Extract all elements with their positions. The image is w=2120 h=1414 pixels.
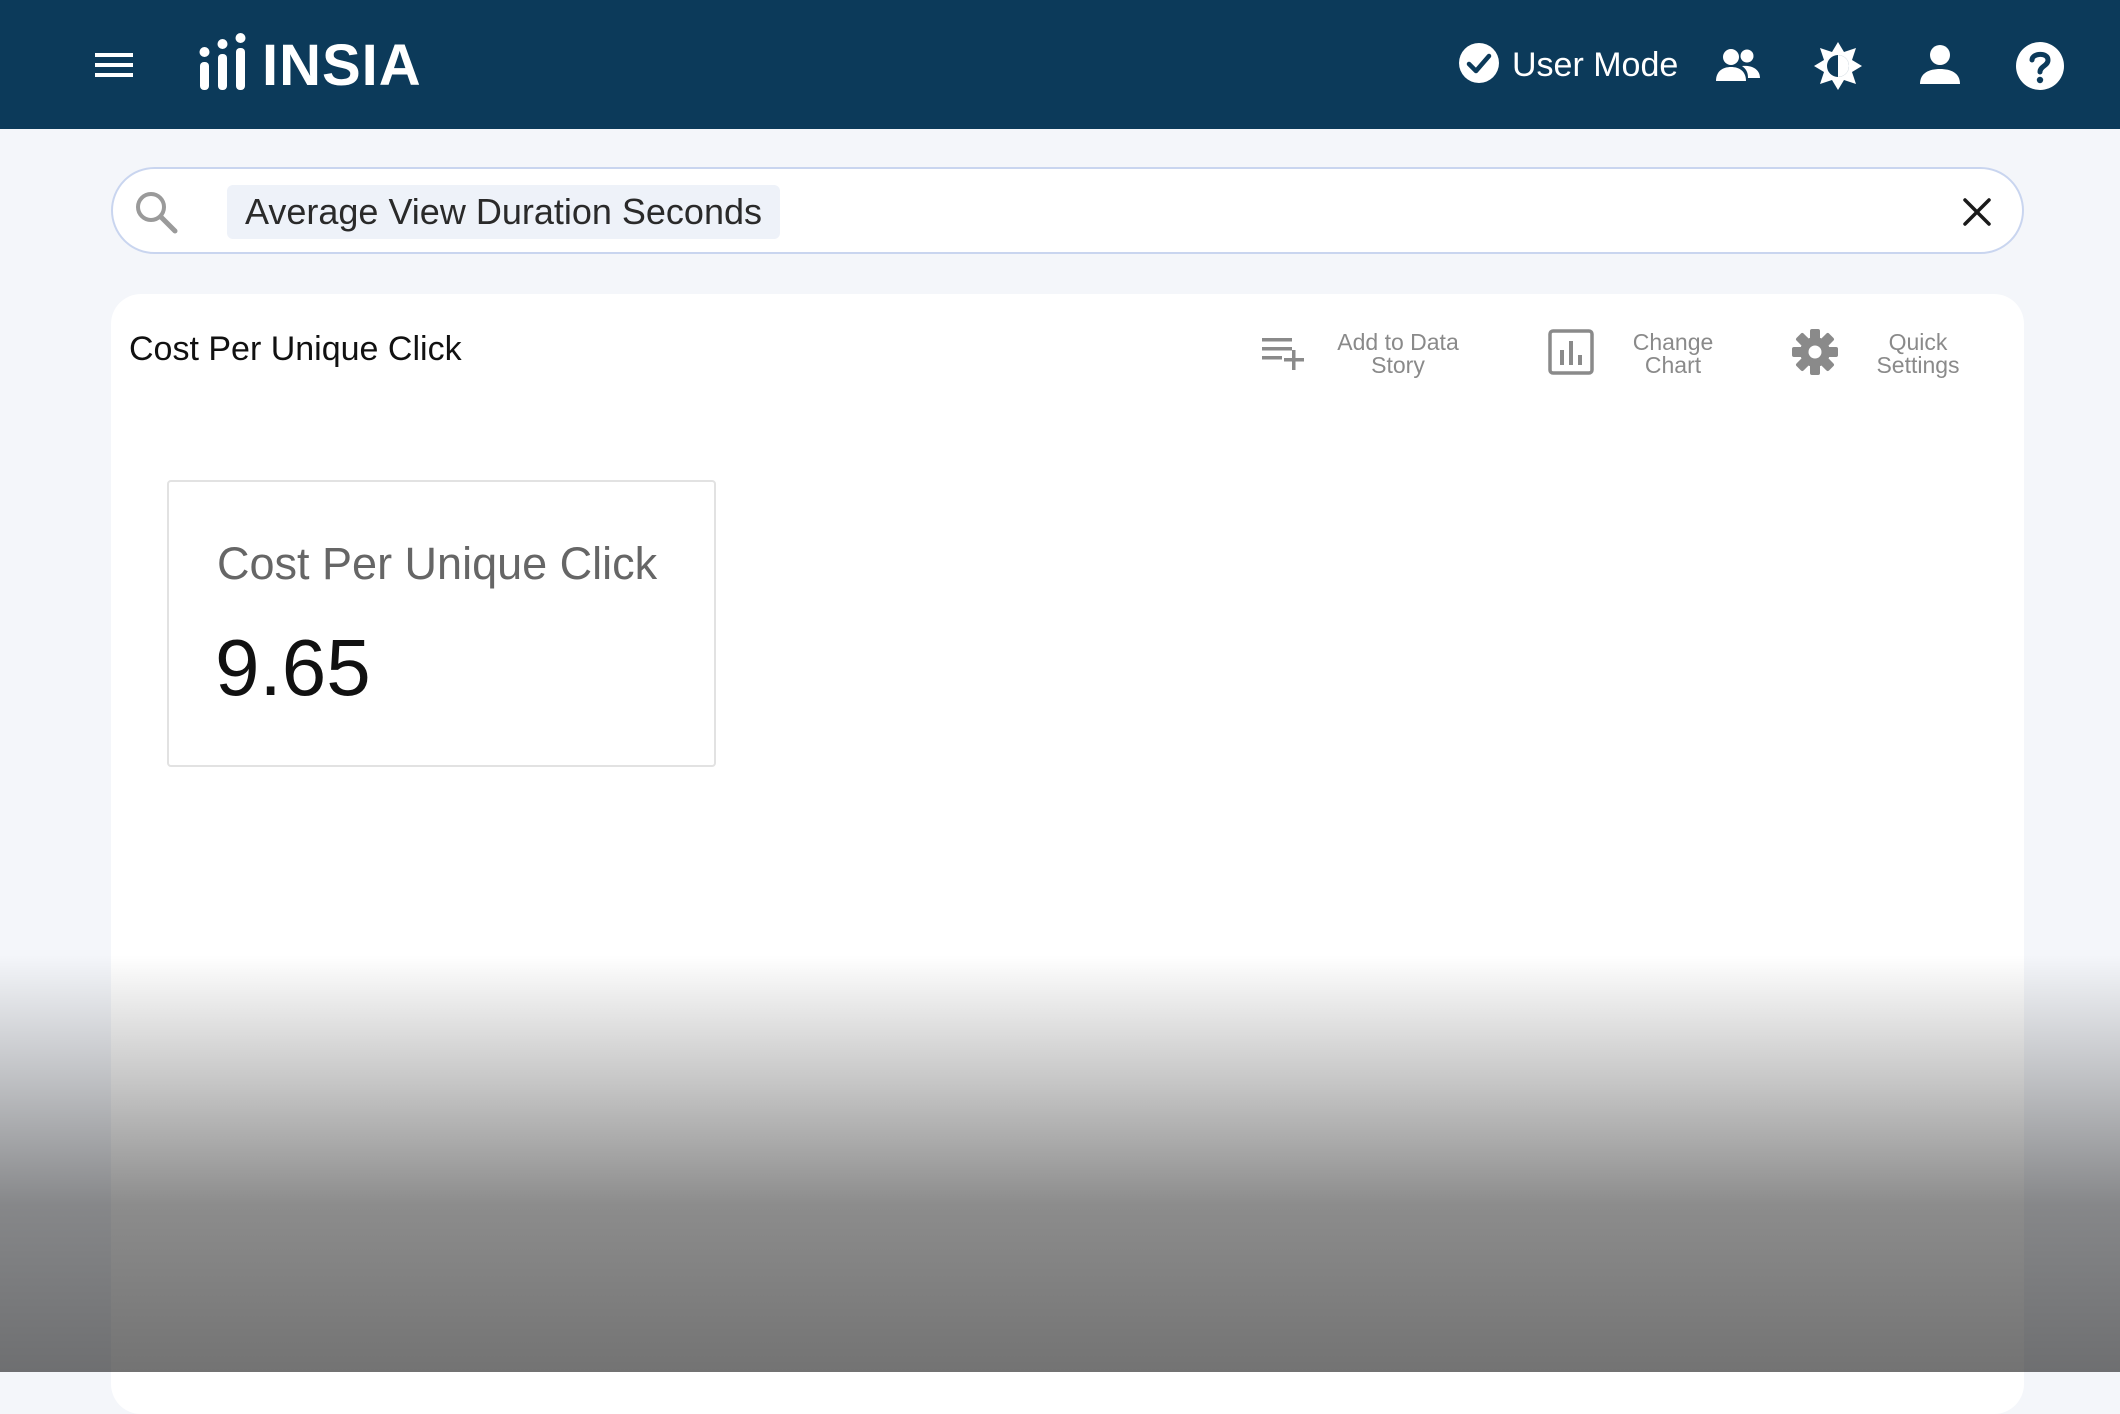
add-to-data-story-button[interactable]: Add to Data Story	[1260, 324, 1468, 384]
check-circle-icon	[1458, 42, 1500, 89]
search-bar[interactable]: Average View Duration Seconds	[111, 167, 2024, 254]
change-chart-label: Change Chart	[1632, 329, 1714, 378]
user-account-icon[interactable]	[1914, 40, 1966, 92]
team-icon[interactable]	[1712, 40, 1764, 92]
search-icon[interactable]	[131, 187, 181, 237]
gear-icon	[1790, 327, 1840, 382]
user-mode-label: User Mode	[1512, 45, 1679, 84]
top-app-bar: INSIA User Mode	[0, 0, 2120, 129]
card-title: Cost Per Unique Click	[129, 330, 462, 368]
kpi-label: Cost Per Unique Click	[217, 538, 658, 589]
close-icon[interactable]	[1958, 193, 1996, 231]
theme-contrast-icon[interactable]	[1812, 40, 1864, 92]
result-card: Cost Per Unique Click Add to Data Story …	[111, 294, 2024, 1414]
search-query-chip[interactable]: Average View Duration Seconds	[227, 185, 780, 239]
change-chart-button[interactable]: Change Chart	[1547, 324, 1733, 384]
add-to-data-story-label: Add to Data Story	[1337, 329, 1459, 378]
help-icon[interactable]	[2014, 40, 2066, 92]
kpi-value: 9.65	[215, 623, 371, 712]
playlist-add-icon	[1260, 332, 1310, 377]
quick-settings-label: Quick Settings	[1876, 329, 1960, 378]
app-logo[interactable]: INSIA	[198, 32, 422, 101]
insia-bars-logo-icon	[198, 32, 250, 101]
app-name: INSIA	[262, 33, 422, 98]
bar-chart-icon	[1547, 328, 1595, 381]
hamburger-menu-icon[interactable]	[88, 44, 142, 86]
kpi-tile[interactable]: Cost Per Unique Click 9.65	[167, 480, 716, 767]
user-mode-toggle[interactable]: User Mode	[1458, 42, 1678, 88]
quick-settings-button[interactable]: Quick Settings	[1790, 324, 1978, 384]
